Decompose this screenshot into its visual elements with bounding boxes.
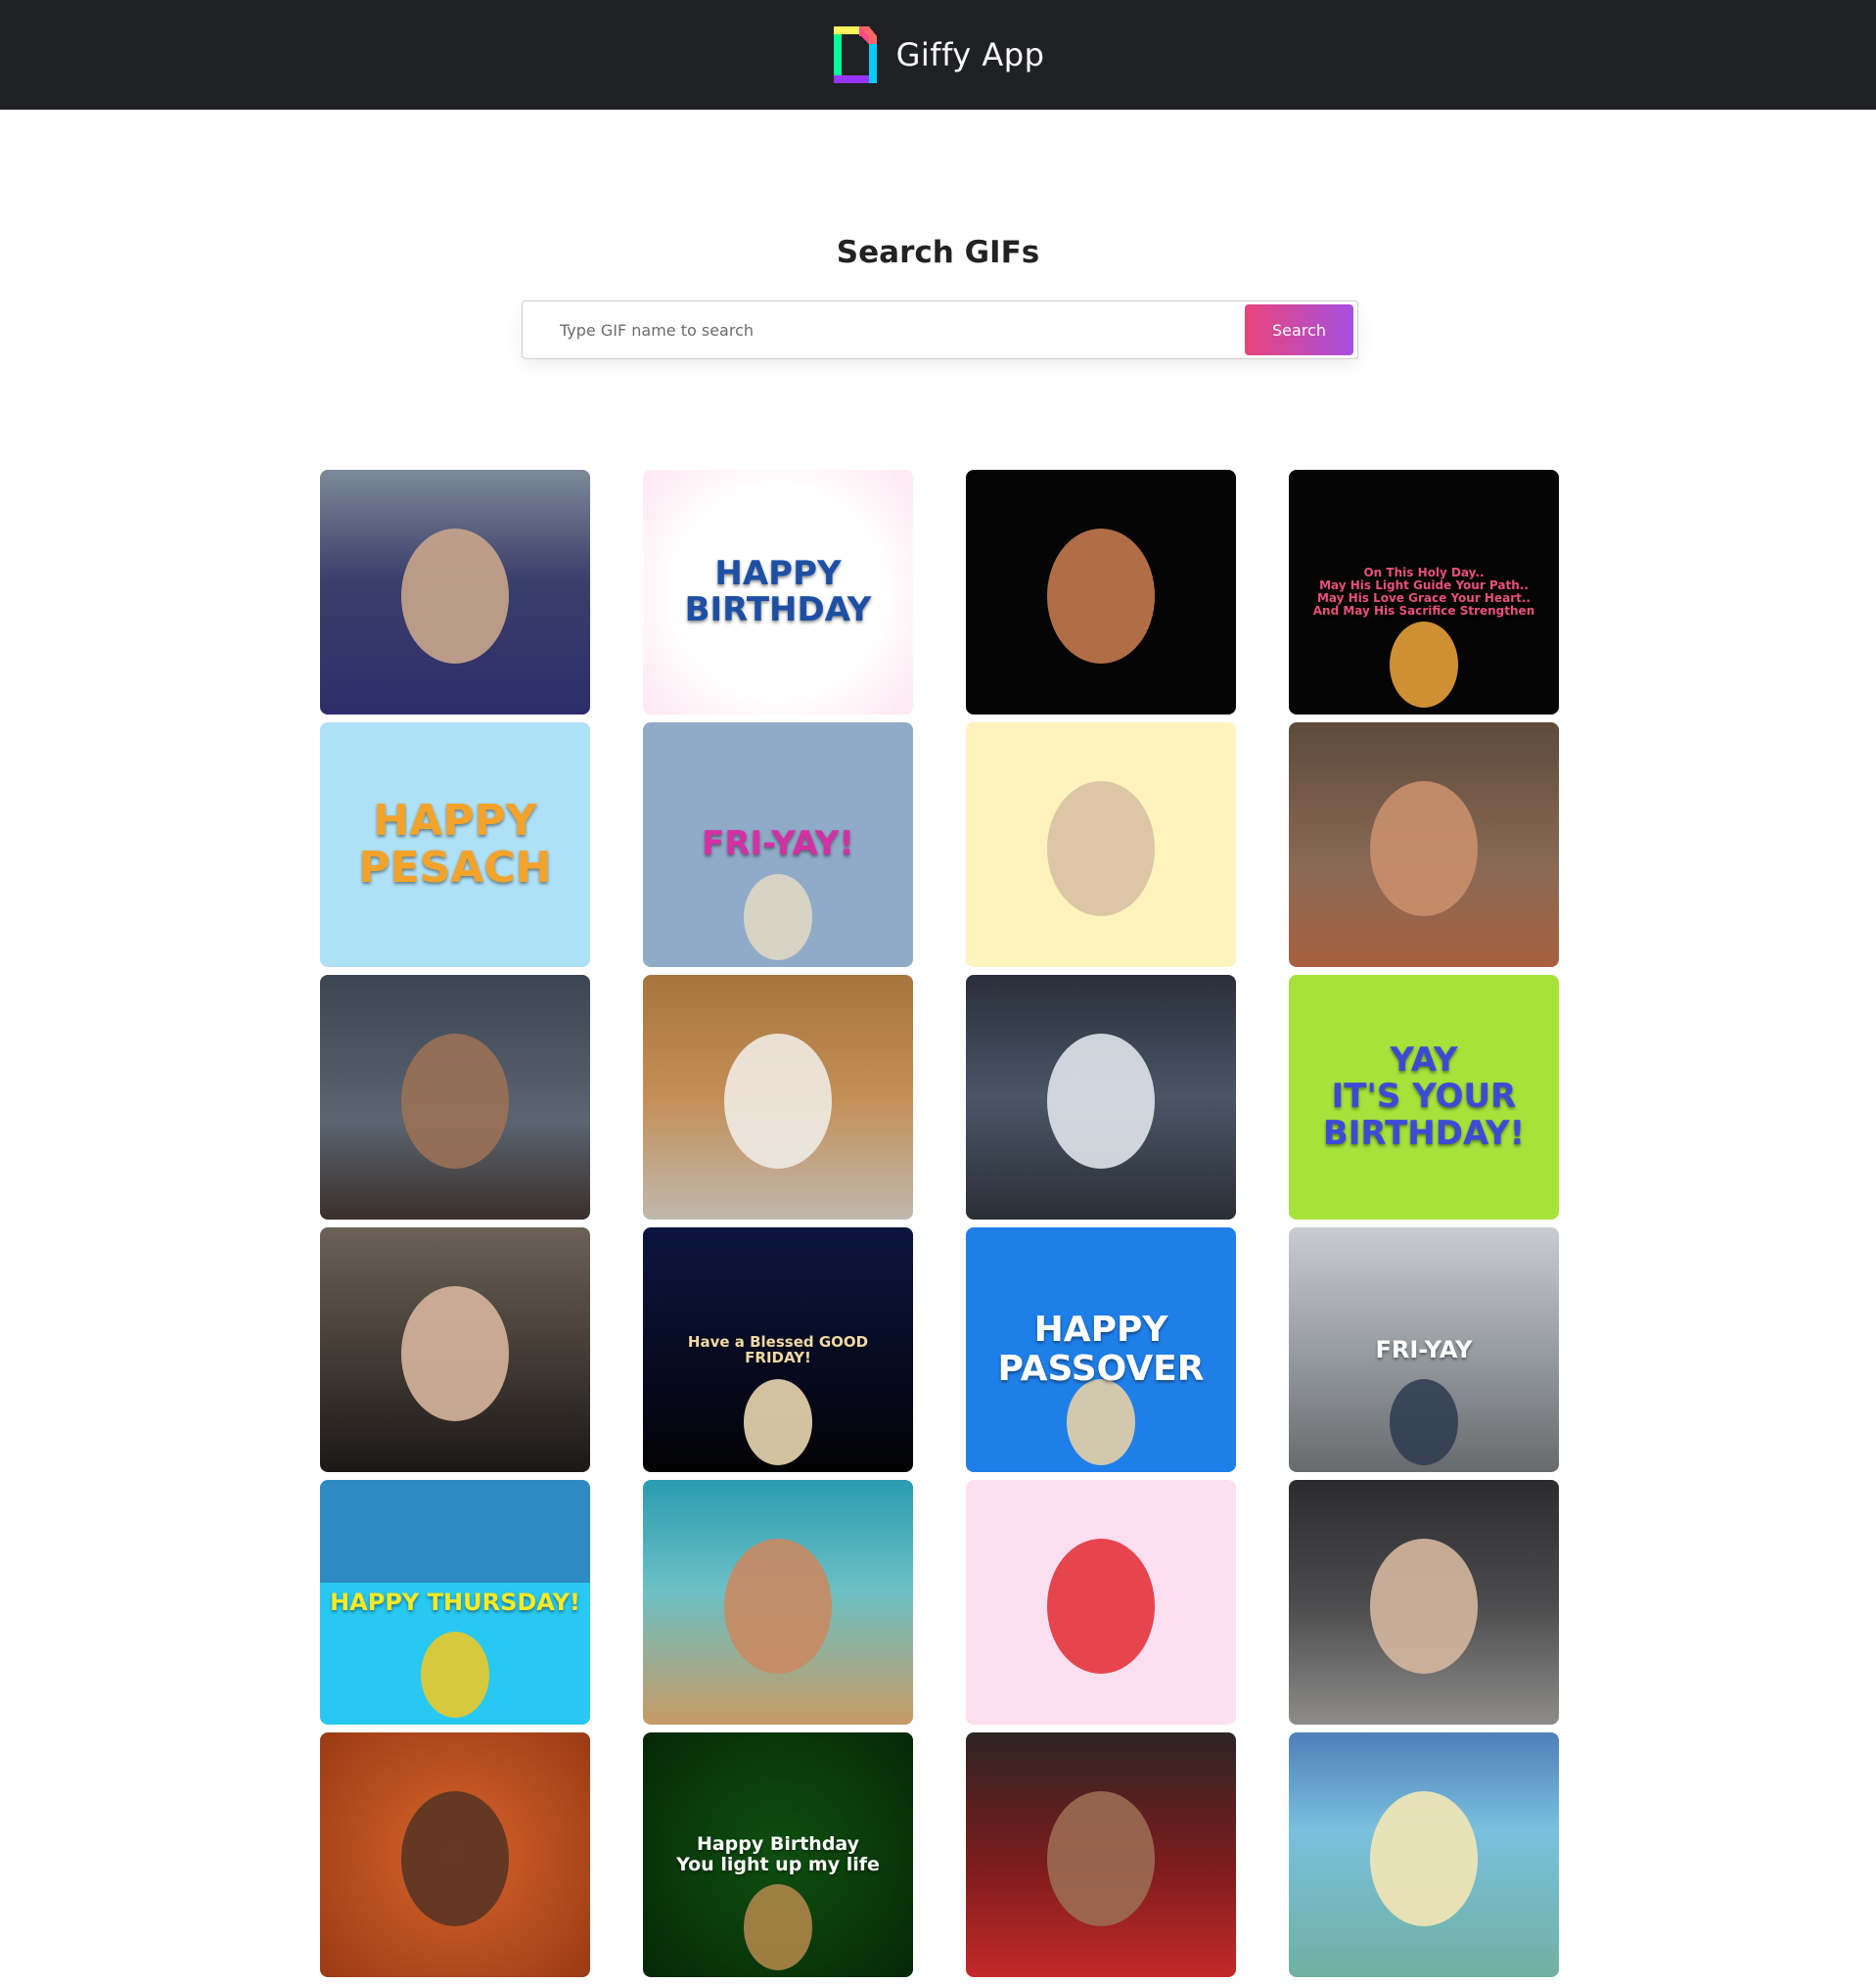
gif-figure [401,1791,509,1926]
search-input[interactable] [524,302,1243,357]
gif-caption: On This Holy Day.. May His Light Guide Y… [1312,565,1535,619]
gif-figure [1047,1034,1155,1169]
gif-card[interactable]: FRI-YAY [1289,1227,1559,1472]
gif-figure [401,1286,509,1421]
gif-card[interactable]: YAY IT'S YOUR BIRTHDAY! [1289,975,1559,1220]
navbar: Giffy App [0,0,1876,110]
gif-figure [1047,1791,1155,1926]
gif-grid: HAPPY BIRTHDAY On This Holy Day.. May His… [320,470,1559,1977]
gif-card[interactable]: FRI-YAY! [643,722,913,967]
gif-figure [1390,622,1458,708]
gif-figure [744,1884,812,1970]
gif-figure [724,1034,832,1169]
gif-card[interactable]: Have a Blessed GOOD FRIDAY! [643,1227,913,1472]
gif-card[interactable] [320,975,590,1220]
gif-card[interactable] [1289,1480,1559,1725]
gif-card[interactable]: HAPPY THURSDAY! [320,1480,590,1725]
giphy-logo-icon [833,26,877,83]
gif-figure [1370,1791,1478,1926]
gif-card[interactable] [966,1732,1236,1977]
gif-figure [1047,1539,1155,1674]
gif-figure [744,874,812,960]
gif-figure [1370,1539,1478,1674]
gif-caption: HAPPY THURSDAY! [330,1588,580,1616]
gif-caption: Happy Birthday You light up my life [676,1833,880,1875]
gif-figure [421,1632,489,1718]
gif-caption: Have a Blessed GOOD FRIDAY! [687,1332,869,1366]
gif-card[interactable] [643,975,913,1220]
gif-caption: HAPPY BIRTHDAY [684,553,872,629]
gif-card[interactable] [1289,1732,1559,1977]
gif-card[interactable]: HAPPY PASSOVER [966,1227,1236,1472]
search-button[interactable]: Search [1245,304,1353,355]
gif-card[interactable] [966,722,1236,967]
gif-figure [744,1379,812,1465]
gif-card[interactable] [1289,722,1559,967]
gif-card[interactable]: HAPPY BIRTHDAY [643,470,913,715]
gif-card[interactable] [320,1732,590,1977]
gif-card[interactable] [966,975,1236,1220]
gif-figure [401,1034,509,1169]
gif-caption: HAPPY PESACH [358,795,552,893]
gif-figure [724,1539,832,1674]
gif-figure [401,529,509,664]
gif-figure [1390,1379,1458,1465]
gif-caption: FRI-YAY! [702,824,854,864]
gif-card[interactable] [320,1227,590,1472]
gif-caption: HAPPY PASSOVER [997,1310,1205,1389]
gif-caption: FRI-YAY [1375,1335,1473,1363]
gif-card[interactable] [966,470,1236,715]
search-heading: Search GIFs [836,235,1040,270]
search-form: Search [522,300,1358,359]
gif-figure [1047,781,1155,916]
gif-card[interactable] [320,470,590,715]
gif-card[interactable] [966,1480,1236,1725]
gif-card[interactable]: HAPPY PESACH [320,722,590,967]
app-title: Giffy App [895,36,1045,73]
brand[interactable]: Giffy App [832,24,1045,85]
gif-caption: YAY IT'S YOUR BIRTHDAY! [1322,1039,1526,1153]
gif-card[interactable]: On This Holy Day.. May His Light Guide Y… [1289,470,1559,715]
gif-figure [1370,781,1478,916]
gif-figure [1047,529,1155,664]
gif-card[interactable]: Happy Birthday You light up my life [643,1732,913,1977]
gif-card[interactable] [643,1480,913,1725]
